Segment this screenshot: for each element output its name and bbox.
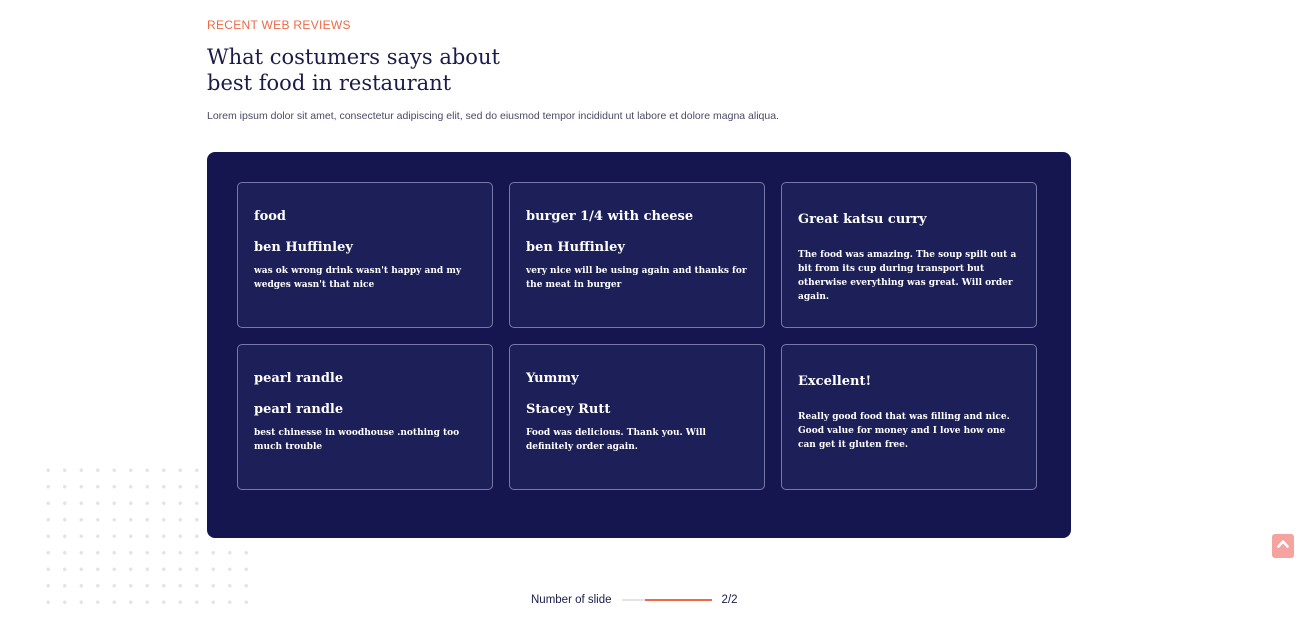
review-title: Great katsu curry <box>798 212 927 227</box>
review-text: The food was amazing. The soup spilt out… <box>798 250 1017 302</box>
review-text: Food was delicious. Thank you. Will defi… <box>526 428 706 452</box>
review-text: very nice will be using again and thanks… <box>526 266 747 290</box>
slide-progress-fill <box>644 599 712 601</box>
review-title: pearl randle <box>254 371 344 386</box>
section-heading: What costumers says about best food in r… <box>207 45 500 95</box>
review-author: ben Huffinley <box>254 240 353 255</box>
slide-counter: 2/2 <box>721 594 738 606</box>
slide-indicator: Number of slide 2/2 <box>531 592 738 608</box>
review-card: pearl randle pearl randle best chinesse … <box>237 344 493 490</box>
review-title: Yummy <box>526 371 579 386</box>
review-author: ben Huffinley <box>526 240 625 255</box>
review-card: burger 1/4 with cheese ben Huffinley ver… <box>509 182 765 328</box>
slide-progress-track[interactable] <box>621 599 712 601</box>
review-card: Great katsu curry The food was amazing. … <box>781 182 1037 328</box>
section-lead: Lorem ipsum dolor sit amet, consectetur … <box>207 110 779 122</box>
review-text: Really good food that was filling and ni… <box>798 412 1010 450</box>
review-title: Excellent! <box>798 374 872 389</box>
slide-label: Number of slide <box>531 594 612 606</box>
section-eyebrow: RECENT WEB REVIEWS <box>207 18 351 32</box>
reviews-panel: food ben Huffinley was ok wrong drink wa… <box>207 152 1071 538</box>
review-title: food <box>254 209 287 224</box>
review-card: food ben Huffinley was ok wrong drink wa… <box>237 182 493 328</box>
review-card: Yummy Stacey Rutt Food was delicious. Th… <box>509 344 765 490</box>
chevron-up-icon <box>1276 537 1290 556</box>
review-text: best chinesse in woodhouse .nothing too … <box>254 428 460 452</box>
review-text: was ok wrong drink wasn't happy and my w… <box>254 266 462 290</box>
review-title: burger 1/4 with cheese <box>526 209 694 224</box>
review-author: Stacey Rutt <box>526 402 611 417</box>
review-author: pearl randle <box>254 402 344 417</box>
scroll-to-top-button[interactable] <box>1272 534 1294 558</box>
review-card: Excellent! Really good food that was fil… <box>781 344 1037 490</box>
